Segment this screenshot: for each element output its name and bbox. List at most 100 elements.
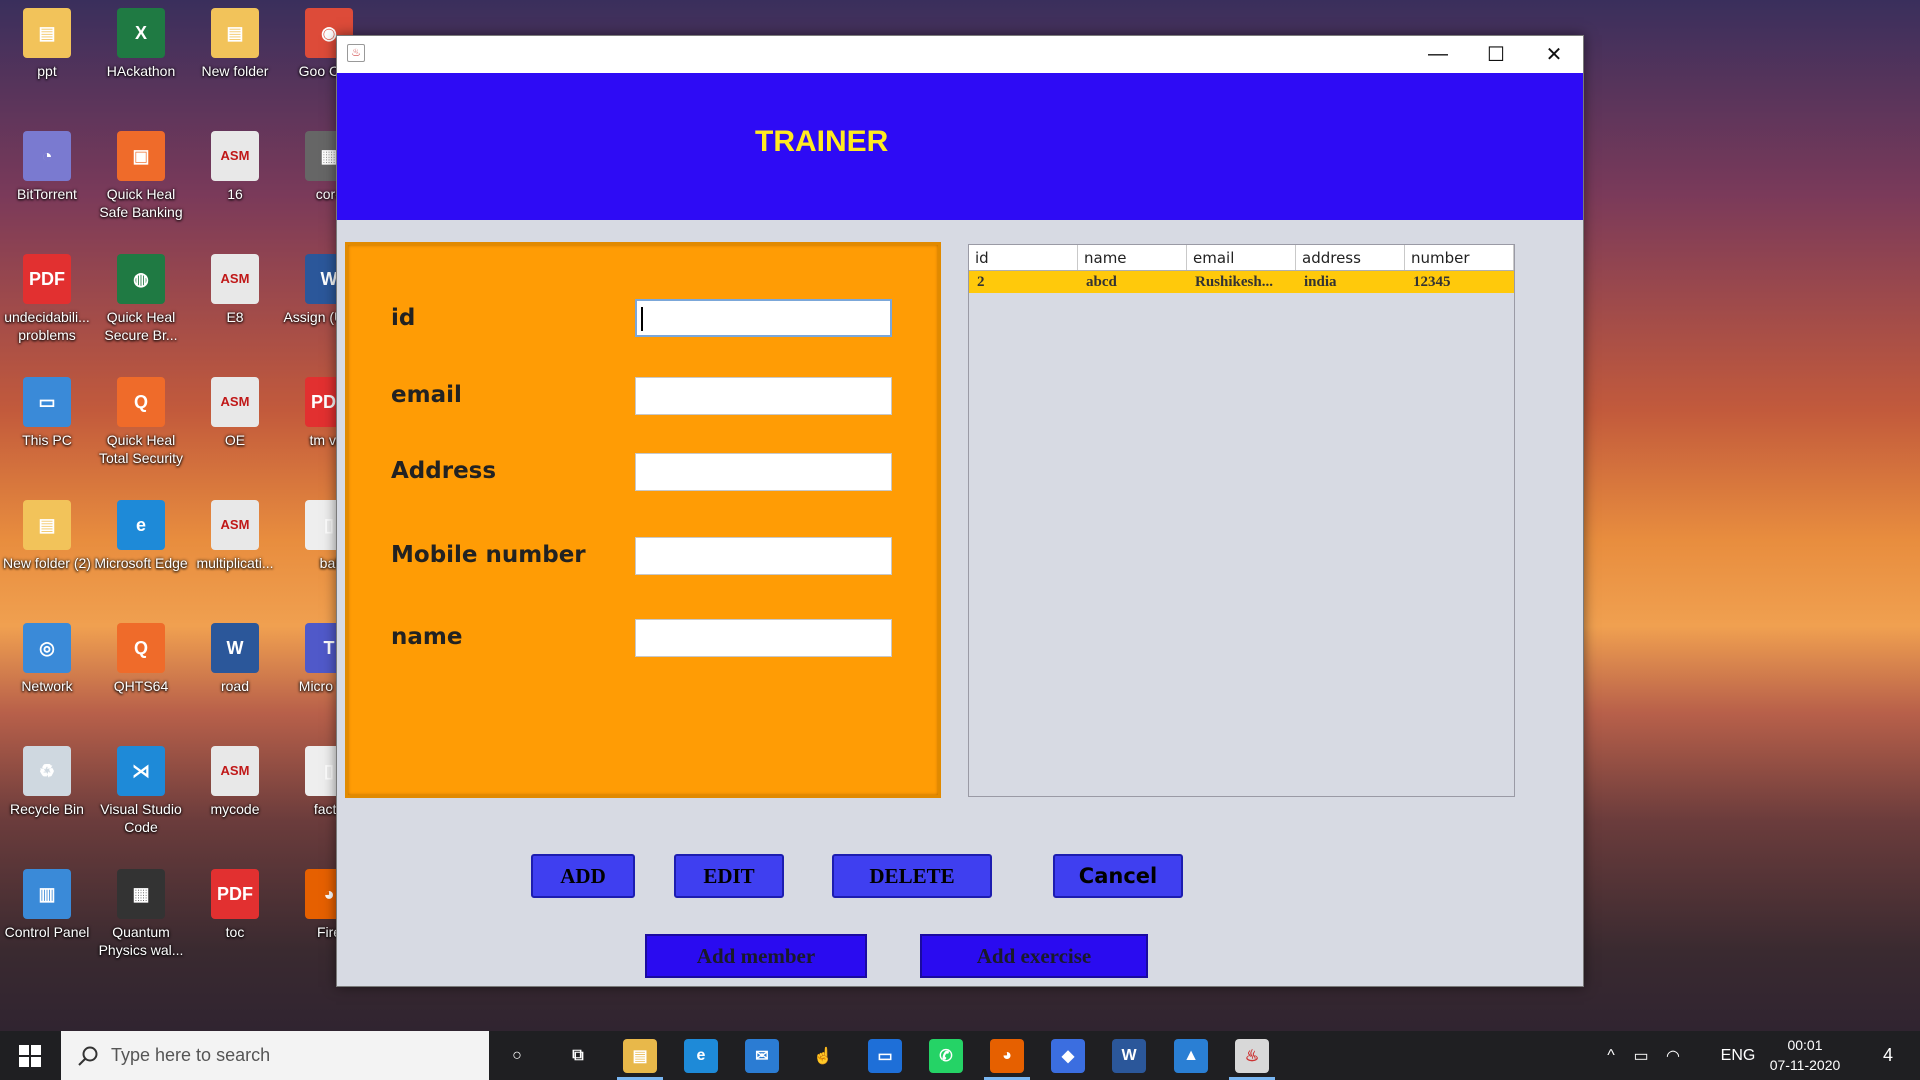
- new-folder-2-icon: ▤: [23, 500, 71, 550]
- desktop-icon-network[interactable]: ◎ Network: [0, 623, 94, 695]
- clock[interactable]: 00:01 07-11-2020: [1760, 1035, 1850, 1075]
- name-label: name: [391, 624, 463, 650]
- taskbar-box-app-icon[interactable]: ◆: [1051, 1039, 1085, 1073]
- desktop-icon-asm-e8[interactable]: ASM E8: [188, 254, 282, 326]
- taskbar-whatsapp-icon[interactable]: ✆: [929, 1039, 963, 1073]
- desktop-icon-asm-mycode[interactable]: ASM mycode: [188, 746, 282, 818]
- desktop-icon-label: ppt: [37, 63, 57, 79]
- mobile-number-input[interactable]: [635, 537, 892, 575]
- asm-16-icon: ASM: [211, 131, 259, 181]
- column-header-email[interactable]: email: [1187, 245, 1296, 270]
- taskbar-firefox-icon[interactable]: ◕: [990, 1039, 1024, 1073]
- desktop-icon-recycle-bin[interactable]: ♻ Recycle Bin: [0, 746, 94, 818]
- desktop-icon-visual-studio-code[interactable]: ⋊ Visual Studio Code: [94, 746, 188, 836]
- desktop-icon-microsoft-edge[interactable]: e Microsoft Edge: [94, 500, 188, 572]
- desktop-icon-ppt[interactable]: ▤ ppt: [0, 8, 94, 80]
- table-row[interactable]: 2 abcd Rushikesh... india 12345: [969, 271, 1514, 293]
- desktop-icon-label: This PC: [22, 432, 72, 448]
- taskbar-word-icon[interactable]: W: [1112, 1039, 1146, 1073]
- column-header-address[interactable]: address: [1296, 245, 1405, 270]
- this-pc-icon: ▭: [23, 377, 71, 427]
- taskbar-mail-icon[interactable]: ✉: [745, 1039, 779, 1073]
- trainer-form: id email Address Mobile number name: [345, 242, 941, 798]
- add-exercise-button[interactable]: Add exercise: [920, 934, 1148, 978]
- desktop-icon-asm-oe[interactable]: ASM OE: [188, 377, 282, 449]
- desktop-icon-asm-16[interactable]: ASM 16: [188, 131, 282, 203]
- id-label: id: [391, 305, 416, 331]
- taskbar-window-app-icon[interactable]: ▭: [868, 1039, 902, 1073]
- visual-studio-code-icon: ⋊: [117, 746, 165, 796]
- title-bar[interactable]: ♨ — ☐ ✕: [337, 36, 1583, 73]
- network-icon[interactable]: ◠: [1660, 1031, 1686, 1080]
- desktop-icon-bittorrent[interactable]: ◔ BitTorrent: [0, 131, 94, 203]
- taskbar-touch-icon[interactable]: ☝: [806, 1039, 840, 1073]
- battery-icon[interactable]: ▭: [1628, 1031, 1654, 1080]
- trainer-table[interactable]: id name email address number 2 abcd Rush…: [968, 244, 1515, 797]
- cell-address: india: [1304, 274, 1337, 290]
- desktop-icon-new-folder-2[interactable]: ▤ New folder (2): [0, 500, 94, 572]
- microsoft-edge-icon: e: [117, 500, 165, 550]
- desktop-icon-label: undecidabili... problems: [4, 309, 90, 343]
- id-input[interactable]: [635, 299, 892, 337]
- taskbar-search[interactable]: Type here to search: [61, 1031, 489, 1080]
- desktop-icon-control-panel[interactable]: ▥ Control Panel: [0, 869, 94, 941]
- desktop-icon-quick-heal-total-security[interactable]: Q Quick Heal Total Security: [94, 377, 188, 467]
- desktop-icon-toc[interactable]: PDF toc: [188, 869, 282, 941]
- taskbar-java-icon[interactable]: ♨: [1235, 1039, 1269, 1073]
- column-header-name[interactable]: name: [1078, 245, 1187, 270]
- email-input[interactable]: [635, 377, 892, 415]
- language-indicator[interactable]: ENG: [1718, 1031, 1758, 1080]
- windows-logo-icon: [19, 1044, 41, 1067]
- taskbar-photos-icon[interactable]: ▲: [1174, 1039, 1208, 1073]
- clock-time: 00:01: [1787, 1037, 1823, 1053]
- desktop-icon-this-pc[interactable]: ▭ This PC: [0, 377, 94, 449]
- quantum-physics-icon: ▦: [117, 869, 165, 919]
- column-header-id[interactable]: id: [969, 245, 1078, 270]
- ppt-icon: ▤: [23, 8, 71, 58]
- taskbar-edge-icon[interactable]: e: [684, 1039, 718, 1073]
- road-icon: W: [211, 623, 259, 673]
- maximize-button[interactable]: ☐: [1467, 36, 1525, 73]
- name-input[interactable]: [635, 619, 892, 657]
- desktop-icon-undecidability-problems[interactable]: PDF undecidabili... problems: [0, 254, 94, 344]
- start-button[interactable]: [0, 1031, 60, 1080]
- desktop-icon-asm-multiplication[interactable]: ASM multiplicati...: [188, 500, 282, 572]
- taskbar-cortana-icon[interactable]: ○: [500, 1039, 534, 1073]
- delete-button[interactable]: DELETE: [832, 854, 992, 898]
- desktop-icon-label: 16: [227, 186, 243, 202]
- java-app-icon: ♨: [347, 44, 365, 62]
- cell-number: 12345: [1413, 274, 1451, 290]
- desktop-icon-new-folder[interactable]: ▤ New folder: [188, 8, 282, 80]
- desktop-icon-quick-heal-secure-browser[interactable]: ◍ Quick Heal Secure Br...: [94, 254, 188, 344]
- close-button[interactable]: ✕: [1525, 36, 1583, 73]
- clock-date: 07-11-2020: [1769, 1057, 1841, 1073]
- quick-heal-safe-banking-icon: ▣: [117, 131, 165, 181]
- add-member-button[interactable]: Add member: [645, 934, 867, 978]
- asm-e8-icon: ASM: [211, 254, 259, 304]
- desktop-icon-label: Recycle Bin: [10, 801, 84, 817]
- taskbar-task-view-icon[interactable]: ⧉: [561, 1039, 595, 1073]
- chevron-up-icon[interactable]: ^: [1598, 1031, 1624, 1080]
- taskbar-file-explorer-icon[interactable]: ▤: [623, 1039, 657, 1073]
- minimize-button[interactable]: —: [1409, 36, 1467, 73]
- edit-button[interactable]: EDIT: [674, 854, 784, 898]
- desktop-icon-qhts64[interactable]: Q QHTS64: [94, 623, 188, 695]
- desktop-icon-road[interactable]: Wroad: [188, 623, 282, 695]
- control-panel-icon: ▥: [23, 869, 71, 919]
- desktop-icon-quick-heal-safe-banking[interactable]: ▣ Quick Heal Safe Banking: [94, 131, 188, 221]
- network-icon: ◎: [23, 623, 71, 673]
- desktop-icon-label: toc: [225, 924, 245, 940]
- asm-oe-icon: ASM: [211, 377, 259, 427]
- hackathon-icon: X: [117, 8, 165, 58]
- quick-heal-total-security-icon: Q: [117, 377, 165, 427]
- column-header-number[interactable]: number: [1405, 245, 1514, 270]
- desktop-icon-quantum-physics[interactable]: ▦ Quantum Physics wal...: [94, 869, 188, 959]
- notification-center-icon[interactable]: 4: [1868, 1031, 1908, 1080]
- desktop-icon-hackathon[interactable]: X HAckathon: [94, 8, 188, 80]
- cancel-button[interactable]: Cancel: [1053, 854, 1183, 898]
- desktop-icon-label: multiplicati...: [196, 555, 274, 571]
- desktop-icon-label: BitTorrent: [17, 186, 77, 202]
- add-button[interactable]: ADD: [531, 854, 635, 898]
- desktop-icon-label: E8: [226, 309, 244, 325]
- address-input[interactable]: [635, 453, 892, 491]
